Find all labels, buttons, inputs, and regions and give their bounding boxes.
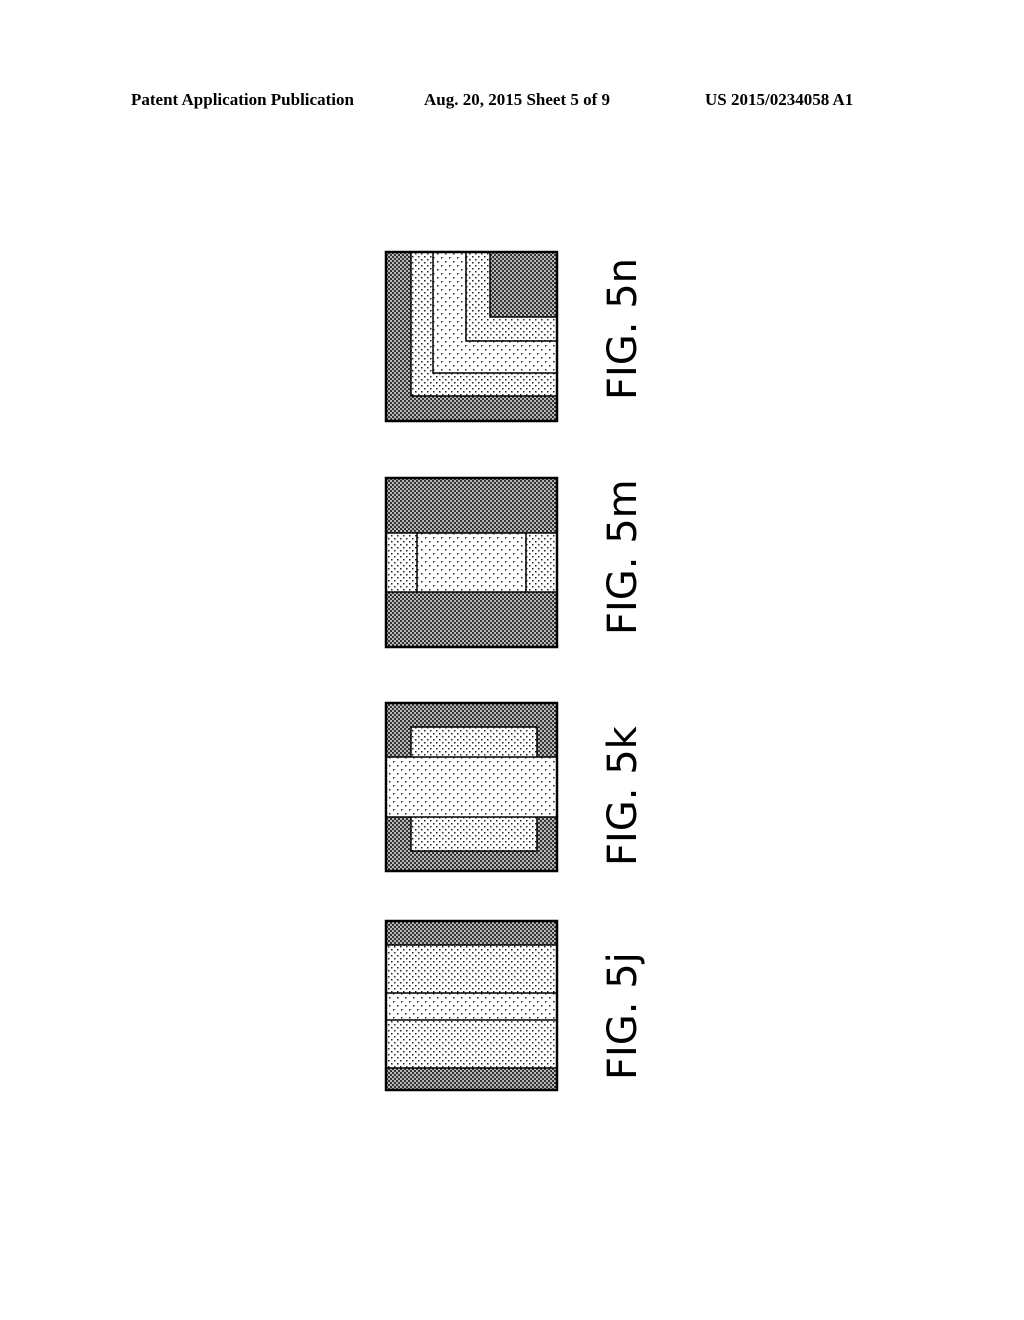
fig5k-middle-band [386,757,557,817]
fig5j-caption: FIG. 5j [600,952,646,1080]
fig5j-stripe-1 [386,921,557,945]
fig5n-caption: FIG. 5n [600,258,646,400]
fig5k-caption: FIG. 5k [600,725,646,866]
fig5j-stripe-5 [386,1068,557,1090]
fig5k-bottom-inset [411,817,537,851]
figure-sheet: FIG. 5n FIG. 5m FIG. 5k FIG. 5j [384,250,646,1092]
fig5j-stripe-3 [386,993,557,1020]
figure-5j: FIG. 5j [384,919,646,1092]
fig5j-stripe-2 [386,945,557,993]
fig5m-caption: FIG. 5m [600,479,646,635]
fig5j-stripe-4 [386,1020,557,1068]
figure-5k: FIG. 5k [384,701,646,873]
fig5n-corner-layer [490,252,557,317]
fig5m-center-region [417,533,526,592]
figure-5n: FIG. 5n [384,250,646,423]
figure-5m: FIG. 5m [384,476,646,649]
fig5k-top-inset [411,727,537,757]
